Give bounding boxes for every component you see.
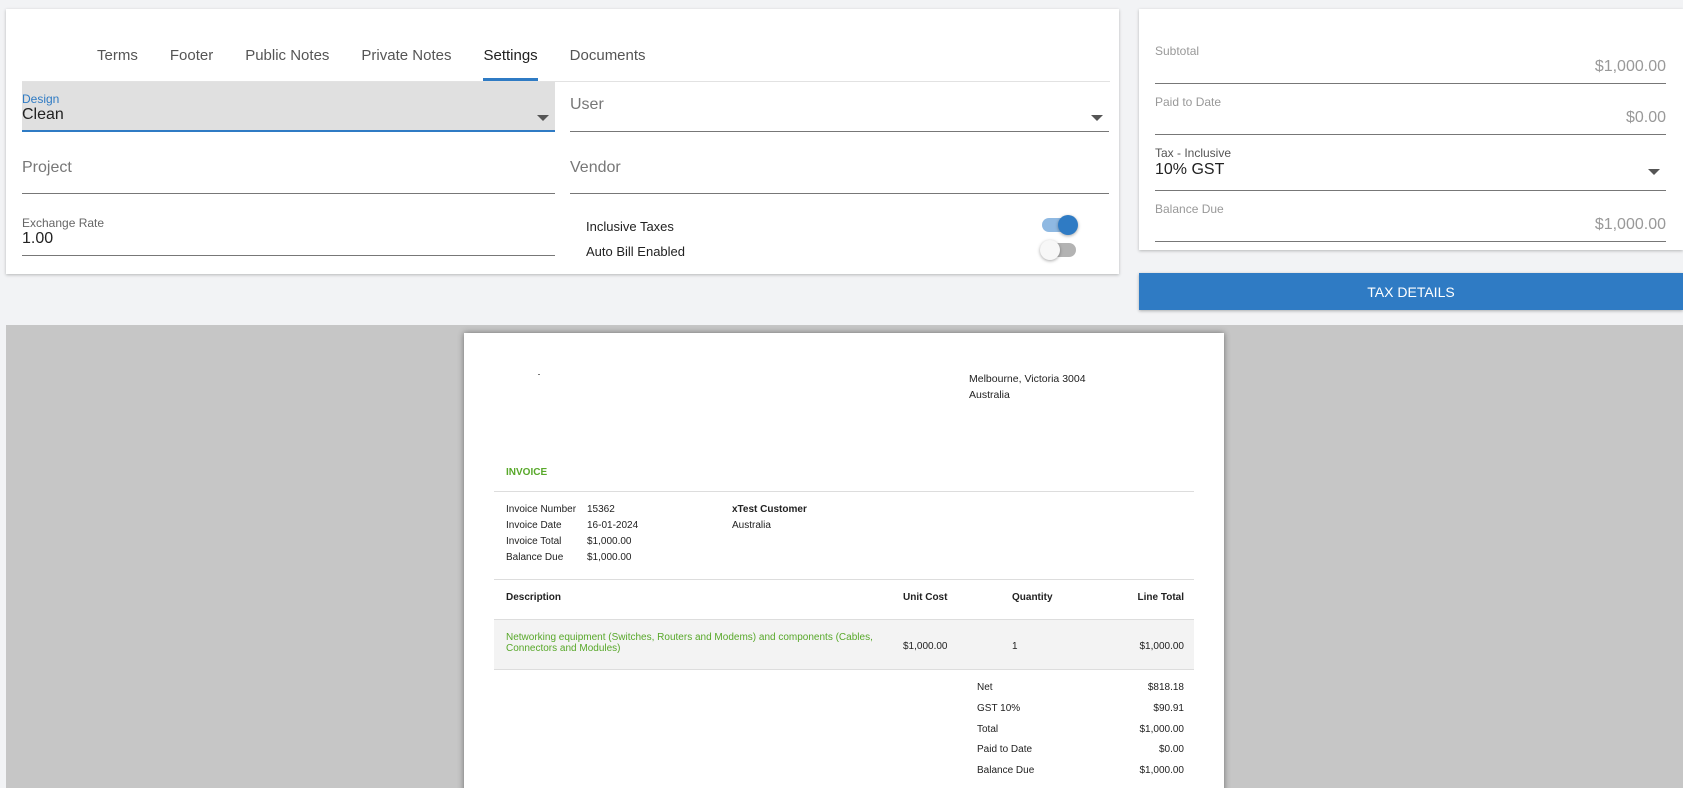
column-header-description: Description [506, 592, 562, 603]
company-address-line: Melbourne, Victoria 3004 [969, 373, 1086, 385]
column-header-quantity: Quantity [1012, 592, 1053, 603]
item-unit-cost: $1,000.00 [903, 641, 948, 652]
tax-details-button[interactable]: TAX DETAILS [1139, 273, 1683, 310]
invoice-balance-label: Balance Due [506, 552, 564, 563]
invoice-number-value: 15362 [587, 504, 615, 515]
design-value: Clean [22, 106, 64, 123]
paid-to-date-value: $0.00 [1158, 744, 1184, 755]
balance-due-label: Balance Due [1155, 202, 1224, 216]
table-row: Networking equipment (Switches, Routers … [494, 620, 1194, 669]
item-quantity: 1 [1012, 641, 1018, 652]
balance-due-field: Balance Due $1,000.00 [1155, 192, 1666, 242]
design-label: Design [22, 92, 60, 106]
inclusive-taxes-label: Inclusive Taxes [586, 219, 674, 234]
invoice-page: Melbourne, Victoria 3004 Australia INVOI… [464, 333, 1224, 788]
tab-settings[interactable]: Settings [467, 35, 553, 81]
tax-select[interactable]: Tax - Inclusive 10% GST [1155, 136, 1666, 191]
auto-bill-row: Auto Bill Enabled [586, 240, 1076, 263]
exchange-rate-field[interactable]: Exchange Rate 1.00 [22, 212, 555, 256]
auto-bill-toggle[interactable] [1040, 240, 1076, 260]
invoice-heading: INVOICE [506, 467, 548, 478]
divider [494, 579, 1194, 580]
vendor-field[interactable]: Vendor [570, 147, 1109, 194]
dropdown-arrow-icon [1091, 115, 1103, 121]
gst-value: $90.91 [1153, 703, 1184, 714]
invoice-date-value: 16-01-2024 [587, 520, 639, 531]
balance-due-label: Balance Due [977, 765, 1035, 776]
tab-public-notes[interactable]: Public Notes [229, 35, 345, 81]
user-placeholder: User [570, 96, 604, 113]
column-header-unit-cost: Unit Cost [903, 592, 948, 603]
balance-due-value: $1,000.00 [1594, 216, 1666, 233]
tab-terms[interactable]: Terms [81, 35, 154, 81]
paid-to-date-label: Paid to Date [1155, 95, 1222, 109]
auto-bill-label: Auto Bill Enabled [586, 244, 686, 259]
dropdown-arrow-icon [537, 115, 549, 121]
paid-to-date-field: Paid to Date $0.00 [1155, 85, 1666, 135]
exchange-rate-label: Exchange Rate [22, 216, 105, 230]
net-value: $818.18 [1147, 682, 1184, 693]
invoice-date-label: Invoice Date [506, 520, 562, 531]
subtotal-label: Subtotal [1155, 44, 1200, 58]
exchange-rate-value: 1.00 [22, 230, 54, 247]
item-description: Networking equipment (Switches, Routers … [506, 632, 873, 654]
tax-value: 10% GST [1155, 161, 1225, 178]
divider [494, 491, 1194, 492]
client-name: xTest Customer [732, 504, 807, 515]
inclusive-taxes-row: Inclusive Taxes [586, 215, 1078, 238]
subtotal-value: $1,000.00 [1594, 58, 1666, 75]
client-country: Australia [732, 520, 771, 531]
invoice-preview-area[interactable]: Melbourne, Victoria 3004 Australia INVOI… [6, 325, 1683, 788]
column-header-line-total: Line Total [1137, 592, 1184, 603]
company-address-country: Australia [969, 389, 1010, 401]
company-logo [538, 374, 540, 375]
totals-card: Subtotal $1,000.00 Paid to Date $0.00 Ta… [1139, 9, 1683, 250]
project-field[interactable]: Project [22, 147, 555, 194]
invoice-balance-value: $1,000.00 [587, 552, 632, 563]
toggle-knob [1040, 240, 1060, 260]
tab-footer[interactable]: Footer [154, 35, 229, 81]
paid-to-date-label: Paid to Date [977, 744, 1033, 755]
paid-to-date-value: $0.00 [1625, 109, 1666, 126]
net-label: Net [977, 682, 993, 693]
invoice-total-value: $1,000.00 [587, 536, 632, 547]
subtotal-field: Subtotal $1,000.00 [1155, 34, 1666, 84]
dropdown-arrow-icon [1648, 169, 1660, 175]
tab-private-notes[interactable]: Private Notes [345, 35, 467, 81]
vendor-placeholder: Vendor [570, 159, 621, 176]
item-line-total: $1,000.00 [1139, 641, 1185, 652]
invoice-number-label: Invoice Number [506, 504, 577, 515]
invoice-total-label: Invoice Total [506, 536, 562, 547]
divider [494, 669, 1194, 670]
user-select[interactable]: User [570, 82, 1109, 132]
total-label: Total [977, 724, 999, 735]
tax-label: Tax - Inclusive [1155, 146, 1232, 160]
design-select[interactable]: Design Clean [22, 82, 555, 132]
settings-card: Terms Footer Public Notes Private Notes … [6, 9, 1119, 274]
inclusive-taxes-toggle[interactable] [1042, 215, 1078, 235]
tab-documents[interactable]: Documents [554, 35, 662, 81]
tab-bar: Terms Footer Public Notes Private Notes … [81, 35, 662, 81]
toggle-knob [1058, 215, 1078, 235]
balance-due-value: $1,000.00 [1139, 765, 1185, 776]
gst-label: GST 10% [977, 703, 1021, 714]
project-placeholder: Project [22, 159, 72, 176]
total-value: $1,000.00 [1139, 724, 1185, 735]
